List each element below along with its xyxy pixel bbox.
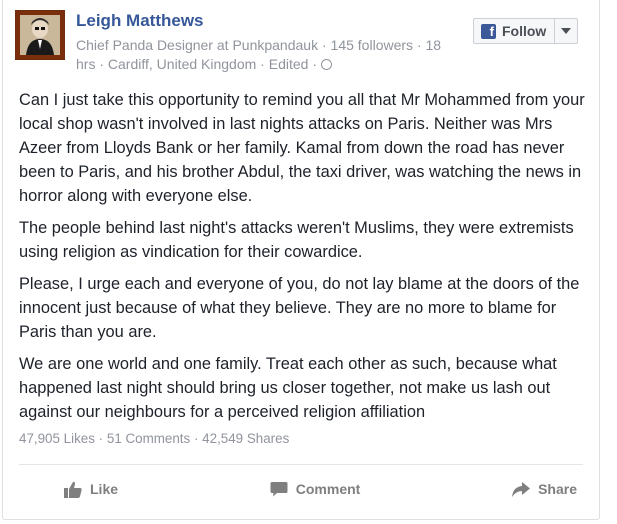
comment-icon xyxy=(270,481,288,497)
edited-label[interactable]: Edited xyxy=(269,56,309,72)
follow-button[interactable]: f Follow xyxy=(474,19,556,43)
author-title: Chief Panda Designer xyxy=(76,37,213,53)
comment-button[interactable]: Comment xyxy=(225,475,391,503)
followers-count[interactable]: 145 followers xyxy=(331,37,414,53)
author-name[interactable]: Leigh Matthews xyxy=(76,11,204,31)
meta-separator: · xyxy=(260,56,265,72)
avatar[interactable] xyxy=(15,10,65,60)
share-arrow-icon xyxy=(512,481,531,497)
engagement-stats: 47,905 Likes · 51 Comments · 42,549 Shar… xyxy=(19,431,289,446)
globe-icon[interactable] xyxy=(320,59,332,70)
stats-separator: · xyxy=(193,431,199,446)
share-label: Share xyxy=(538,481,577,497)
divider xyxy=(19,464,583,465)
facebook-f-icon: f xyxy=(481,23,496,39)
stats-separator: · xyxy=(98,431,104,446)
post-paragraph: Can I just take this opportunity to remi… xyxy=(19,91,585,205)
post-meta: Chief Panda Designer at Punkpandauk · 14… xyxy=(76,36,456,74)
meta-separator: · xyxy=(416,37,422,53)
follow-options-button[interactable] xyxy=(555,19,577,43)
comments-count[interactable]: 51 Comments xyxy=(107,431,190,446)
action-bar: Like Comment Share xyxy=(19,475,583,503)
like-label: Like xyxy=(90,481,119,497)
likes-count[interactable]: 47,905 Likes xyxy=(19,431,95,446)
caret-down-icon xyxy=(561,28,572,34)
org-link[interactable]: Punkpandauk xyxy=(232,37,318,53)
post-paragraph: We are one world and one family. Treat e… xyxy=(19,355,557,421)
meta-separator: · xyxy=(312,56,317,72)
follow-label: Follow xyxy=(502,23,547,39)
share-button[interactable]: Share xyxy=(467,475,583,503)
post-body: Can I just take this opportunity to remi… xyxy=(19,88,594,432)
meta-at: at xyxy=(216,37,229,53)
thumbs-up-icon xyxy=(64,481,82,498)
like-button[interactable]: Like xyxy=(19,475,148,503)
meta-separator: · xyxy=(321,37,327,53)
post-paragraph: The people behind last night's attacks w… xyxy=(19,219,574,261)
post-paragraph: Please, I urge each and everyone of you,… xyxy=(19,275,580,341)
meta-separator: · xyxy=(99,56,105,72)
post-card: Leigh Matthews Chief Panda Designer at P… xyxy=(2,0,600,520)
avatar-photo xyxy=(16,11,64,59)
location[interactable]: Cardiff, United Kingdom xyxy=(108,56,256,72)
shares-count[interactable]: 42,549 Shares xyxy=(202,431,289,446)
follow-control: f Follow xyxy=(473,18,579,44)
comment-label: Comment xyxy=(295,481,361,497)
